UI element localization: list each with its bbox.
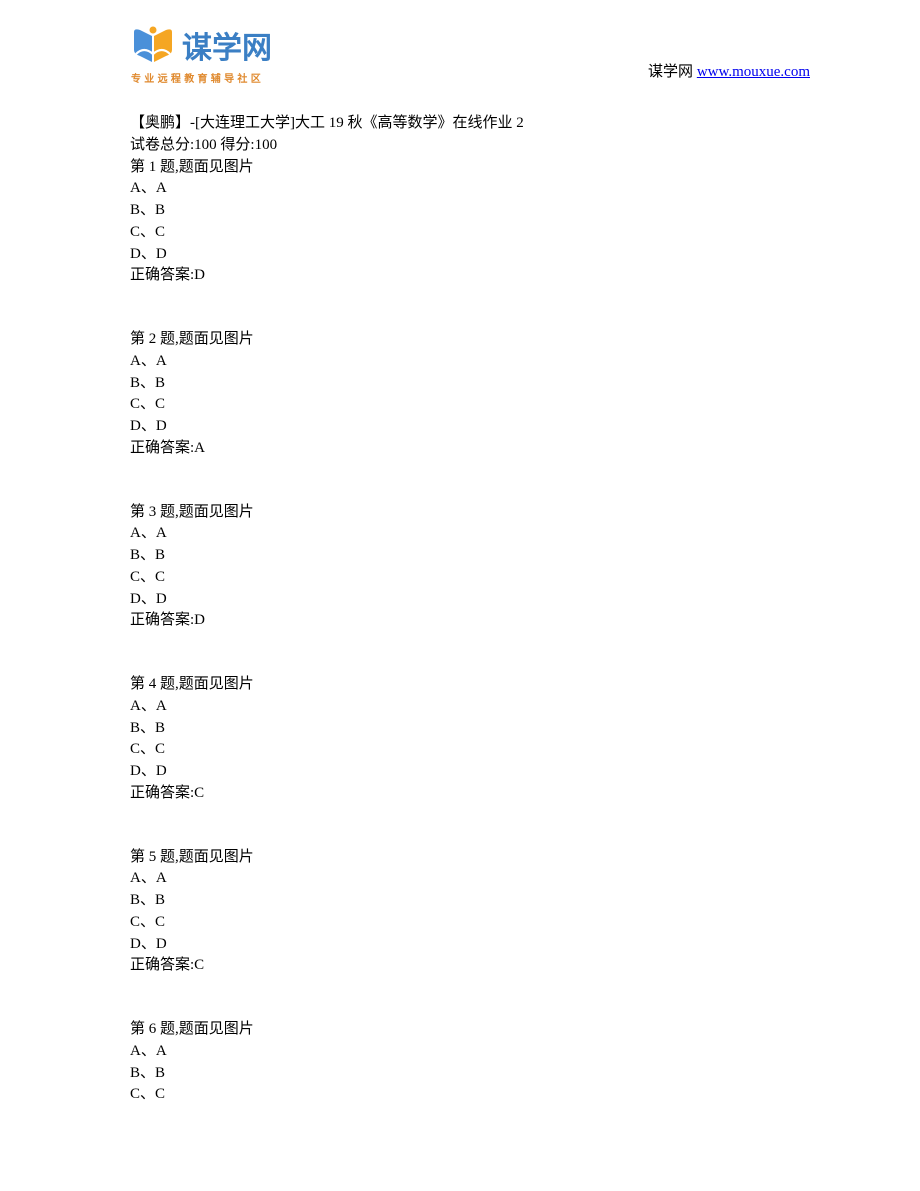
- separator: [130, 977, 810, 998]
- question-block: 第 5 题,题面见图片 A、A B、B C、C D、D 正确答案:C: [130, 847, 810, 978]
- option-line: D、D: [130, 934, 810, 956]
- answer-line: 正确答案:D: [130, 265, 810, 287]
- site-link[interactable]: www.mouxue.com: [697, 64, 810, 80]
- site-label: 谋学网: [648, 64, 697, 80]
- answer-line: 正确答案:D: [130, 610, 810, 632]
- question-block: 第 1 题,题面见图片 A、A B、B C、C D、D 正确答案:D: [130, 157, 810, 288]
- separator: [130, 308, 810, 329]
- separator: [130, 632, 810, 653]
- option-line: B、B: [130, 373, 810, 395]
- document-title: 【奥鹏】-[大连理工大学]大工 19 秋《高等数学》在线作业 2: [130, 113, 810, 135]
- option-line: B、B: [130, 1063, 810, 1085]
- option-line: D、D: [130, 416, 810, 438]
- question-block: 第 3 题,题面见图片 A、A B、B C、C D、D 正确答案:D: [130, 502, 810, 633]
- logo-block: 谋学网 专业远程教育辅导社区: [130, 22, 272, 85]
- option-line: A、A: [130, 868, 810, 890]
- question-block: 第 6 题,题面见图片 A、A B、B C、C: [130, 1019, 810, 1106]
- question-block: 第 2 题,题面见图片 A、A B、B C、C D、D 正确答案:A: [130, 329, 810, 460]
- option-line: C、C: [130, 1084, 810, 1106]
- question-header: 第 6 题,题面见图片: [130, 1019, 810, 1041]
- logo-text: 谋学网: [182, 23, 272, 67]
- option-line: C、C: [130, 222, 810, 244]
- option-line: A、A: [130, 696, 810, 718]
- option-line: D、D: [130, 761, 810, 783]
- page-header: 谋学网 专业远程教育辅导社区 谋学网 www.mouxue.com: [0, 0, 920, 95]
- document-content: 【奥鹏】-[大连理工大学]大工 19 秋《高等数学》在线作业 2 试卷总分:10…: [0, 95, 920, 1106]
- separator: [130, 460, 810, 481]
- option-line: B、B: [130, 200, 810, 222]
- option-line: C、C: [130, 567, 810, 589]
- question-header: 第 4 题,题面见图片: [130, 674, 810, 696]
- separator: [130, 287, 810, 308]
- option-line: A、A: [130, 1041, 810, 1063]
- book-logo-icon: [130, 22, 176, 68]
- question-header: 第 1 题,题面见图片: [130, 157, 810, 179]
- option-line: A、A: [130, 178, 810, 200]
- separator: [130, 653, 810, 674]
- option-line: B、B: [130, 718, 810, 740]
- option-line: D、D: [130, 244, 810, 266]
- logo-top: 谋学网: [130, 22, 272, 68]
- option-line: D、D: [130, 589, 810, 611]
- answer-line: 正确答案:A: [130, 438, 810, 460]
- option-line: C、C: [130, 739, 810, 761]
- answer-line: 正确答案:C: [130, 783, 810, 805]
- score-line: 试卷总分:100 得分:100: [130, 135, 810, 157]
- option-line: B、B: [130, 890, 810, 912]
- question-block: 第 4 题,题面见图片 A、A B、B C、C D、D 正确答案:C: [130, 674, 810, 805]
- logo-subtitle: 专业远程教育辅导社区: [130, 70, 264, 85]
- question-header: 第 5 题,题面见图片: [130, 847, 810, 869]
- site-label-block: 谋学网 www.mouxue.com: [648, 60, 810, 85]
- option-line: B、B: [130, 545, 810, 567]
- option-line: A、A: [130, 351, 810, 373]
- option-line: C、C: [130, 912, 810, 934]
- answer-line: 正确答案:C: [130, 955, 810, 977]
- separator: [130, 481, 810, 502]
- option-line: C、C: [130, 394, 810, 416]
- separator: [130, 805, 810, 826]
- option-line: A、A: [130, 523, 810, 545]
- question-header: 第 2 题,题面见图片: [130, 329, 810, 351]
- separator: [130, 826, 810, 847]
- question-header: 第 3 题,题面见图片: [130, 502, 810, 524]
- separator: [130, 998, 810, 1019]
